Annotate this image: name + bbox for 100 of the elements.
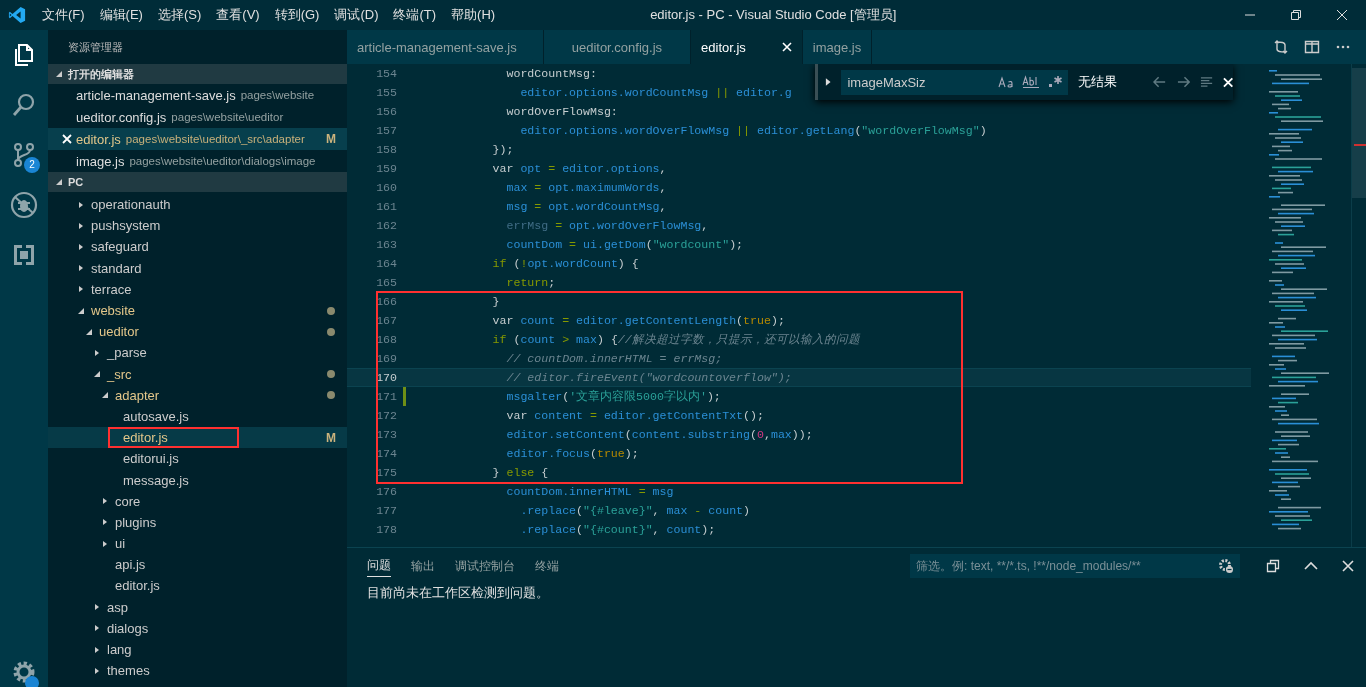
- arrow-left-icon[interactable]: [1153, 76, 1167, 88]
- filter-field[interactable]: 筛选。例: text, **/*.ts, !**/node_modules/**: [910, 554, 1240, 578]
- tree-label: ui: [115, 536, 126, 552]
- tree-item[interactable]: message.js: [48, 469, 347, 491]
- open-editor-item[interactable]: image.js pages\website\ueditor\dialogs\image: [48, 150, 347, 172]
- panel-tab[interactable]: 输出: [411, 555, 435, 577]
- gear-icon[interactable]: [1218, 558, 1234, 574]
- menu-item[interactable]: 调试(D): [334, 6, 379, 24]
- editor-tab[interactable]: editor.js: [691, 30, 803, 64]
- open-editor-item[interactable]: article-management-save.js pages\website: [48, 84, 347, 106]
- settings-icon[interactable]: [11, 659, 37, 685]
- tree-label: editor.js: [115, 578, 160, 594]
- whole-word-icon[interactable]: [1022, 74, 1041, 89]
- code-line: max = opt.maximumWords,: [505, 181, 667, 194]
- modified-dot: [327, 327, 335, 336]
- tree-item[interactable]: themes: [48, 660, 347, 682]
- tree-item[interactable]: safeguard: [48, 236, 347, 258]
- file-path: pages\website\ueditor: [171, 111, 284, 123]
- open-editor-item[interactable]: ueditor.config.js pages\website\ueditor: [48, 106, 347, 128]
- menu-item[interactable]: 选择(S): [157, 6, 202, 24]
- windows-icon[interactable]: [1266, 559, 1280, 573]
- tree-item[interactable]: editor.js: [48, 575, 347, 597]
- menu-item[interactable]: 帮助(H): [451, 6, 496, 24]
- caret-icon[interactable]: [824, 77, 832, 87]
- tree-item[interactable]: core: [48, 490, 347, 512]
- menu-item[interactable]: 编辑(E): [99, 6, 143, 24]
- tree-item[interactable]: plugins: [48, 511, 347, 533]
- close-icon[interactable]: [1342, 560, 1354, 572]
- tree-item[interactable]: asp: [48, 596, 347, 618]
- split-editor-icon[interactable]: [1304, 39, 1320, 55]
- tree-item[interactable]: _parse: [48, 342, 347, 364]
- code-line: var content = editor.getContentTxt();: [505, 409, 764, 422]
- line-number: 160: [375, 181, 397, 194]
- scrollbar[interactable]: [1351, 64, 1366, 547]
- line-number: 162: [375, 219, 397, 232]
- tree-item[interactable]: operationauth: [48, 194, 347, 216]
- code-line: .replace("{#count}", count);: [519, 523, 716, 536]
- tree-label: operationauth: [91, 197, 171, 213]
- tree-item[interactable]: website: [48, 299, 347, 322]
- panel-tab[interactable]: 问题: [367, 555, 391, 577]
- panel-tab[interactable]: 调试控制台: [455, 555, 515, 577]
- tree-item[interactable]: lang: [48, 638, 347, 661]
- section-title: 打开的编辑器: [68, 66, 134, 82]
- tree-label: _parse: [107, 345, 147, 361]
- find-result: 无结果: [1078, 73, 1118, 91]
- line-number: 178: [375, 523, 397, 536]
- git-status: M: [326, 430, 336, 445]
- tree-item[interactable]: ueditor: [48, 321, 347, 343]
- section-header[interactable]: PC: [48, 172, 347, 192]
- extensions-icon: [11, 242, 37, 268]
- line-number: 172: [375, 409, 397, 422]
- editor-tab[interactable]: article-management-save.js: [347, 30, 544, 64]
- code-line: editor.options.wordCountMsg || editor.g: [519, 86, 792, 99]
- open-editor-item[interactable]: editor.js pages\website\ueditor\_src\adapter M: [48, 128, 347, 150]
- tree-item[interactable]: editor.js M: [48, 427, 347, 449]
- activity-item[interactable]: 2: [0, 130, 48, 180]
- tree-item[interactable]: pushsystem: [48, 215, 347, 237]
- file-name: ueditor.config.js: [76, 109, 167, 125]
- find-input[interactable]: imageMaxSiz: [841, 69, 1069, 95]
- tree-item[interactable]: ui: [48, 533, 347, 555]
- file-name: editor.js: [76, 131, 121, 147]
- app-logo-icon: [8, 6, 26, 24]
- tree-label: lang: [107, 642, 132, 658]
- code-line: msg = opt.wordCountMsg,: [505, 200, 667, 213]
- tree-item[interactable]: adapter: [48, 384, 347, 406]
- menu-item[interactable]: 文件(F): [42, 6, 85, 24]
- tree-item[interactable]: standard: [48, 257, 347, 279]
- tree-label: editor.js: [123, 430, 168, 446]
- match-case-icon[interactable]: [998, 74, 1015, 89]
- tree-item[interactable]: terrace: [48, 278, 347, 300]
- tree-label: pushsystem: [91, 218, 161, 234]
- regex-icon[interactable]: [1048, 74, 1063, 89]
- source-control-icon: [11, 142, 37, 168]
- tree-item[interactable]: editorui.js: [48, 448, 347, 470]
- tree-item[interactable]: dialogs: [48, 617, 347, 639]
- no-bug-icon: [10, 191, 38, 219]
- tree-item[interactable]: autosave.js: [48, 405, 347, 428]
- tree-item[interactable]: _src: [48, 363, 347, 385]
- section-header[interactable]: 打开的编辑器: [48, 64, 347, 84]
- count-badge: 2: [24, 157, 40, 173]
- tree-label: core: [115, 493, 141, 509]
- menu-item[interactable]: 转到(G): [274, 6, 320, 24]
- tree-label: _src: [107, 366, 132, 382]
- selection-icon[interactable]: [1199, 76, 1213, 88]
- arrow-right-icon[interactable]: [1176, 76, 1190, 88]
- restore-icon[interactable]: [1290, 9, 1302, 21]
- line-number: 158: [375, 143, 397, 156]
- tree-item[interactable]: api.js: [48, 554, 347, 576]
- file-path: pages\website\ueditor\_src\adapter: [125, 133, 305, 145]
- tree-label: message.js: [123, 472, 189, 488]
- menu-item[interactable]: 查看(V): [216, 6, 260, 24]
- panel-tab[interactable]: 终端: [535, 555, 559, 577]
- code-line: .replace("{#leave}", max - count): [519, 504, 751, 517]
- diff-icon[interactable]: [1273, 39, 1289, 55]
- file-path: pages\website\ueditor\dialogs\image: [129, 155, 316, 167]
- tree-label: asp: [107, 599, 128, 615]
- menu-item[interactable]: 终端(T): [393, 6, 437, 24]
- close-icon[interactable]: [1336, 9, 1348, 21]
- modified-dot: [327, 391, 335, 400]
- tree-label: ueditor: [99, 324, 139, 340]
